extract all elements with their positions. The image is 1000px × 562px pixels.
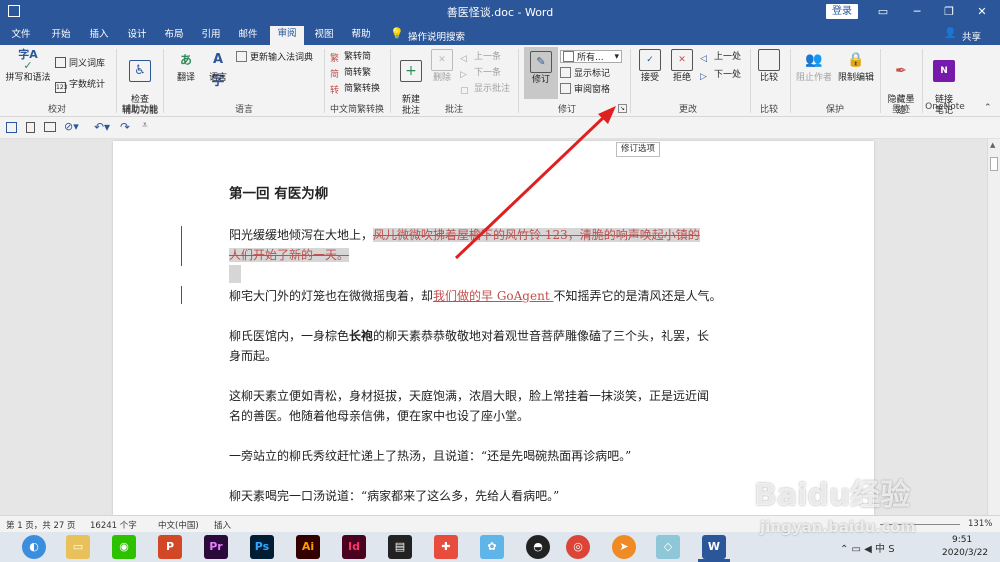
word-icon[interactable]: W [702, 535, 726, 559]
page-count[interactable]: 第 1 页，共 27 页 [6, 519, 76, 531]
arrow-line [454, 115, 606, 260]
app-icon[interactable]: ✿ [480, 535, 504, 559]
indesign-icon[interactable]: Id [342, 535, 366, 559]
qq-icon[interactable]: ◓ [526, 535, 550, 559]
zoom-level[interactable]: 131% [968, 519, 992, 529]
folder-icon[interactable]: ▭ [66, 535, 90, 559]
chrome-icon[interactable]: ◎ [566, 535, 590, 559]
insert-mode[interactable]: 插入 [214, 519, 231, 531]
tray-icons[interactable]: ⌃ ▭ ◀ 中 S [840, 540, 895, 555]
app-icon[interactable]: ➤ [612, 535, 636, 559]
wechat-icon[interactable]: ◉ [112, 535, 136, 559]
browser-360-icon[interactable]: ◐ [22, 535, 46, 559]
language-status[interactable]: 中文(中国) [158, 519, 199, 531]
powerpoint-icon[interactable]: P [158, 535, 182, 559]
video-editor-icon[interactable]: ▤ [388, 535, 412, 559]
app-icon[interactable]: ◇ [656, 535, 680, 559]
watermark-logo: Baidu经验 [754, 478, 911, 513]
app-icon[interactable]: ✚ [434, 535, 458, 559]
watermark-url: jingyan.baidu.com [760, 518, 916, 536]
clock-time[interactable]: 9:51 [952, 535, 972, 545]
word-count[interactable]: 16241 个字 [90, 519, 137, 531]
photoshop-icon[interactable]: Ps [250, 535, 274, 559]
premiere-icon[interactable]: Pr [204, 535, 228, 559]
illustrator-icon[interactable]: Ai [296, 535, 320, 559]
clock-date[interactable]: 2020/3/22 [942, 548, 988, 558]
